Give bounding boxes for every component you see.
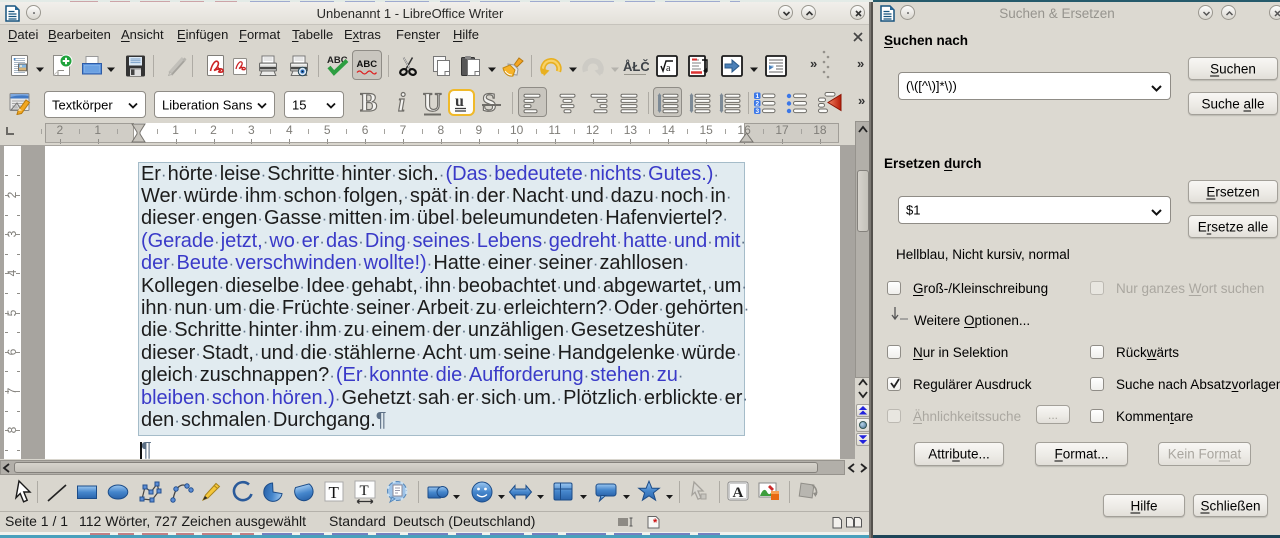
svg-text:1: 1 [756,93,760,100]
svg-text:T: T [360,483,369,499]
svg-text:»: » [858,94,865,108]
svg-text:i: i [398,88,406,116]
svg-text:a: a [666,63,671,74]
svg-text:B: B [360,88,377,116]
svg-text:ABC: ABC [357,59,378,70]
svg-text:*: * [653,517,658,529]
svg-text:3: 3 [756,108,760,115]
svg-text:»: » [857,57,864,71]
svg-text:u: u [455,93,464,110]
svg-text:2: 2 [756,101,760,108]
svg-text:U: U [423,88,442,116]
svg-text:A: A [733,485,744,501]
svg-text:ÅŁČ: ÅŁČ [623,59,649,74]
svg-text:»: » [810,57,817,71]
svg-text:S: S [482,88,496,116]
svg-text:T: T [329,483,340,502]
